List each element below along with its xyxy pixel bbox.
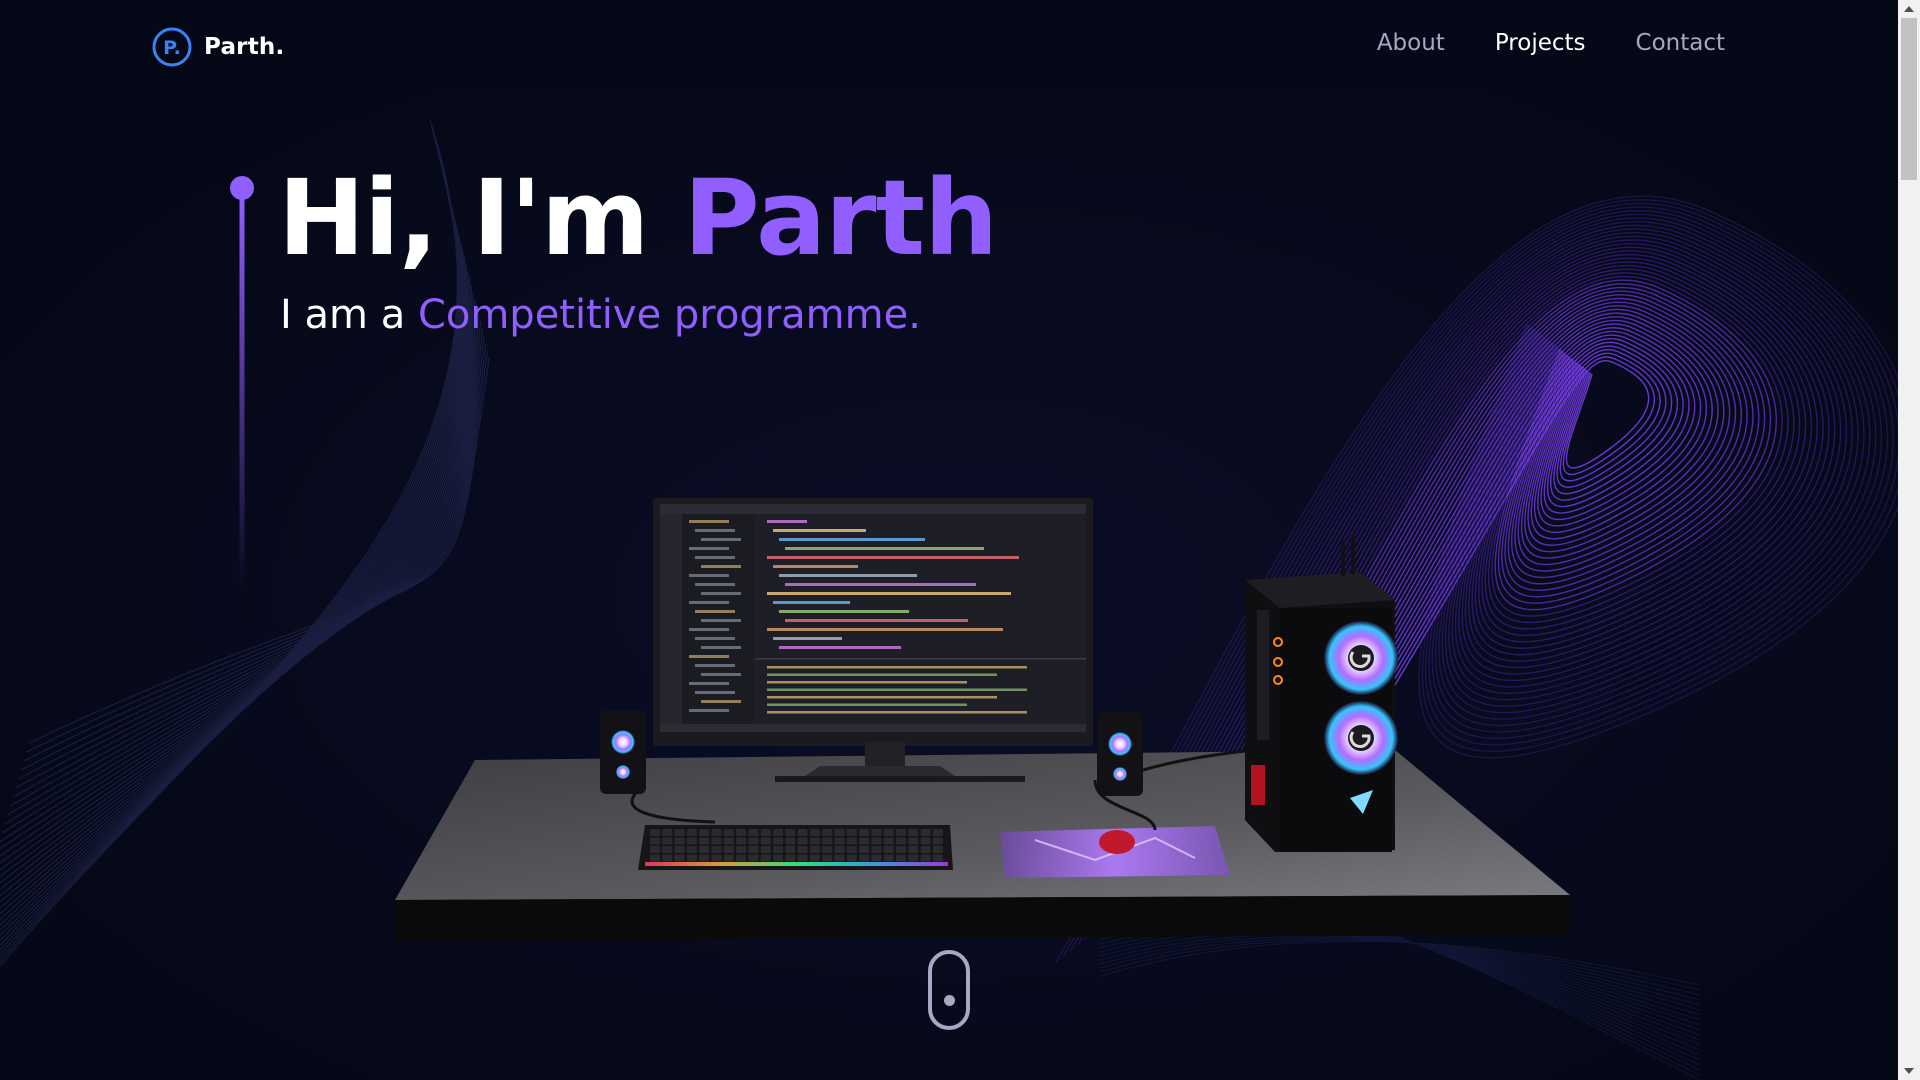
navbar: P. Parth. About Projects Contact	[0, 0, 1898, 94]
logo-link[interactable]: P. Parth.	[152, 27, 284, 67]
hero-title: Hi, I'm Parth	[278, 157, 999, 279]
hero-subtitle: I am a Competitive programme.	[280, 292, 921, 338]
hero-accent-line	[230, 176, 254, 586]
scroll-down-arrow-icon[interactable]	[1898, 1062, 1920, 1080]
scroll-indicator-dot	[944, 995, 955, 1006]
nav-link-about[interactable]: About	[1377, 30, 1445, 56]
hero-greeting: Hi, I'm	[278, 157, 684, 279]
portfolio-page: P. Parth. About Projects Contact Hi, I'm…	[0, 0, 1920, 1080]
page-scrollbar[interactable]	[1898, 0, 1920, 1080]
scroll-up-arrow-icon[interactable]	[1898, 0, 1920, 18]
computer-desk-model[interactable]	[395, 480, 1575, 940]
subtitle-prefix: I am a	[280, 292, 418, 338]
nav-link-projects[interactable]: Projects	[1495, 30, 1586, 56]
scrollbar-thumb[interactable]	[1901, 18, 1917, 180]
brand-name: Parth.	[204, 34, 285, 60]
mouse-scroll-icon[interactable]	[928, 950, 970, 1030]
typing-cursor: .	[908, 292, 921, 338]
logo-icon: P.	[152, 27, 192, 67]
nav-links: About Projects Contact	[1377, 30, 1725, 56]
hero-name: Parth	[683, 157, 999, 279]
svg-text:P.: P.	[163, 37, 181, 59]
subtitle-role: Competitive programme	[417, 292, 909, 338]
nav-link-contact[interactable]: Contact	[1636, 30, 1725, 56]
